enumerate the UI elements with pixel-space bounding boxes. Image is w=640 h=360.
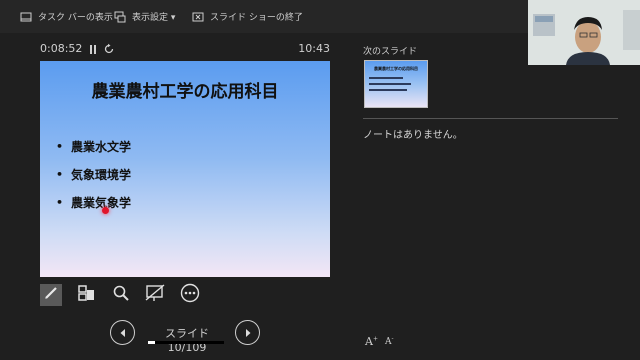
slide-counter: スライド 10/109 [165,327,209,354]
zoom-icon [112,284,130,306]
webcam-overlay [528,0,640,65]
more-options-icon [180,283,200,307]
slide-bullet: 農業気象学 [56,188,131,216]
next-slide-label: 次のスライド [363,47,418,57]
see-all-slides-button[interactable] [75,284,97,306]
subtitles-button[interactable] [144,284,166,306]
end-show-icon [192,11,204,23]
zoom-button[interactable] [110,284,132,306]
speaker-notes: ノートはありません。 [363,130,463,141]
presenter-tools [40,283,210,307]
pen-icon [43,285,59,305]
next-slide-thumbnail-title: 農業農村工学の応用科目 [374,66,418,71]
slide-progress-bar [148,341,224,344]
show-taskbar-label: タスク バーの表示 [38,13,113,23]
slide-bullet-list: 農業水文学 気象環境学 農業気象学 [56,132,131,216]
elapsed-time: 0:08:52 [40,42,83,55]
thumbnail-text-line [369,89,407,91]
current-slide[interactable]: 農業農村工学の応用科目 農業水文学 気象環境学 農業気象学 [40,61,330,277]
subtitles-icon [145,284,165,306]
previous-slide-button[interactable] [110,320,135,345]
increase-font-icon[interactable]: A+ [365,335,378,348]
see-all-slides-icon [77,284,95,306]
reset-icon[interactable] [103,43,115,55]
slide-title: 農業農村工学の応用科目 [91,82,279,102]
decrease-font-icon[interactable]: A- [385,335,394,347]
thumbnail-text-line [369,77,403,79]
next-slide-thumbnail[interactable]: 農業農村工学の応用科目 [364,60,428,108]
display-settings-button[interactable]: 表示設定 ▾ [114,0,175,33]
end-slideshow-label: スライド ショーの終了 [210,13,303,23]
taskbar-icon [20,11,32,23]
end-slideshow-button[interactable]: スライド ショーの終了 [192,0,303,33]
slide-progress-fill [148,341,155,344]
previous-icon [118,323,128,342]
presenter-video-image [528,0,640,65]
pen-tool-button[interactable] [40,284,62,306]
font-size-controls: A+ A- [363,335,403,348]
display-settings-label: 表示設定 ▾ [132,13,176,23]
timer-row: 0:08:52 10:43 [40,42,330,58]
thumbnail-text-line [369,83,411,85]
more-options-button[interactable] [179,283,201,307]
panel-divider [363,118,618,119]
show-taskbar-button[interactable]: タスク バーの表示 [20,0,113,33]
slide-navigation: スライド 10/109 [110,320,270,354]
next-slide-button[interactable] [235,320,260,345]
pause-icon[interactable] [88,44,98,55]
next-icon [243,323,253,342]
current-time: 10:43 [298,42,330,55]
slide-bullet: 気象環境学 [56,160,131,188]
laser-pointer [102,207,109,214]
display-settings-icon [114,11,126,23]
slide-bullet: 農業水文学 [56,132,131,160]
